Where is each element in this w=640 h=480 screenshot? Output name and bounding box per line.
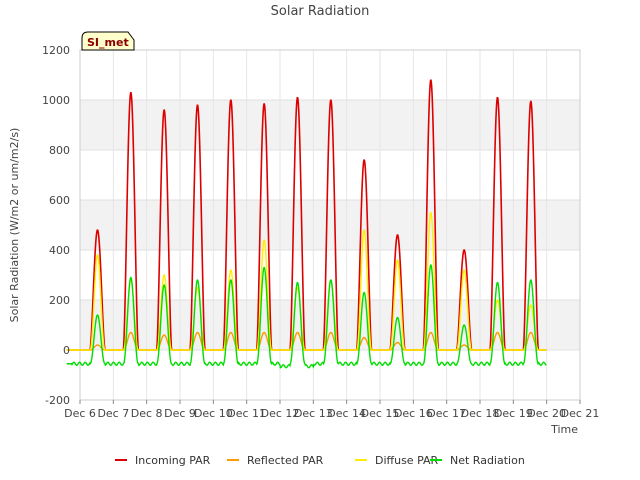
plot-band [80, 150, 580, 200]
x-axis-ticks: Dec 6 Dec 7 Dec 8 Dec 9Dec 10Dec 11Dec 12De… [64, 400, 599, 420]
x-axis-title: Time [550, 423, 578, 436]
legend: Incoming PAR Reflected PAR Diffuse PAR Net … [115, 454, 525, 467]
plot-band [80, 200, 580, 250]
y-axis-ticks: -200 0 200 400 600 800 1000 1200 [42, 44, 70, 407]
y-tick-label: 400 [49, 244, 70, 257]
legend-label-reflected: Reflected PAR [247, 454, 324, 467]
legend-label-incoming: Incoming PAR [135, 454, 211, 467]
x-tick-label: Dec 6 [64, 407, 96, 420]
y-tick-label: 1200 [42, 44, 70, 57]
legend-label-net: Net Radiation [450, 454, 525, 467]
x-tick-label: Dec 9 [164, 407, 196, 420]
y-tick-label: 800 [49, 144, 70, 157]
solar-radiation-chart: -200020040060080010001200 Dec 6 Dec 7 Dec … [8, 4, 599, 467]
x-tick-label: Dec 21 [561, 407, 600, 420]
y-axis-title: Solar Radiation (W/m2 or um/m2/s) [8, 128, 21, 323]
y-tick-label: 1000 [42, 94, 70, 107]
x-tick-label: Dec 7 [97, 407, 129, 420]
chart-title: Solar Radiation [271, 4, 370, 19]
station-badge: SI_met [81, 31, 135, 51]
y-tick-label: 600 [49, 194, 70, 207]
station-badge-label: SI_met [87, 36, 129, 49]
legend-label-diffuse: Diffuse PAR [375, 454, 439, 467]
y-tick-label: -200 [45, 394, 70, 407]
x-tick-label: Dec 8 [131, 407, 163, 420]
plot-band [80, 350, 580, 400]
plot-band [80, 50, 580, 100]
plot-band [80, 250, 580, 300]
y-tick-label: 0 [63, 344, 70, 357]
y-tick-label: 200 [49, 294, 70, 307]
